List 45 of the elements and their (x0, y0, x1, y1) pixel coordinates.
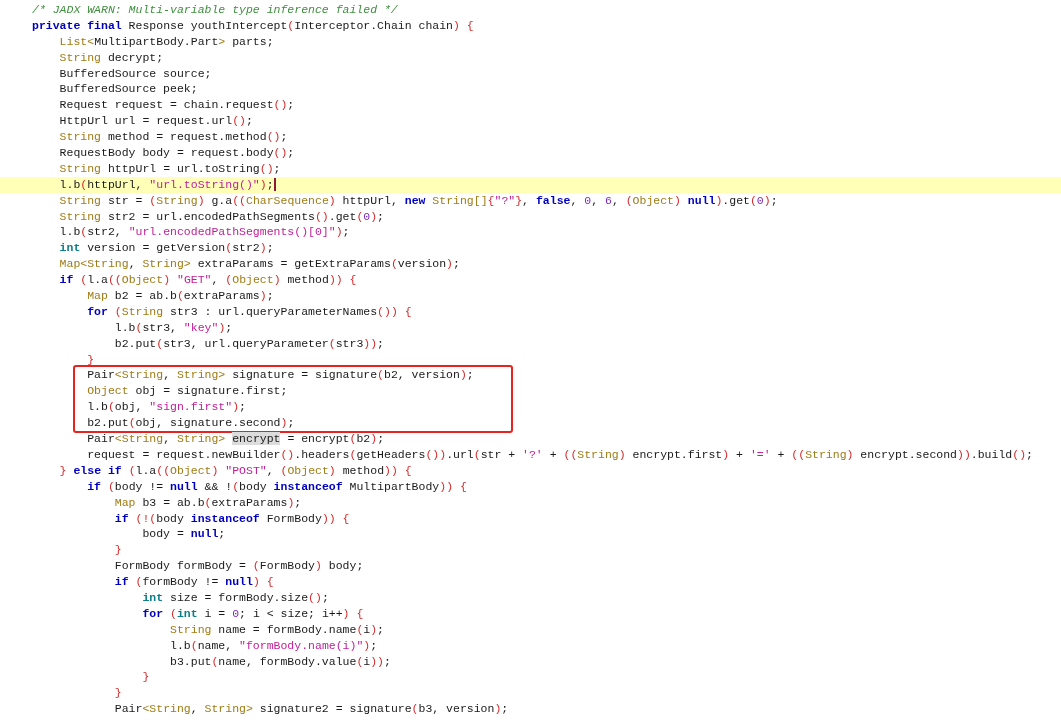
code-line: /* JADX WARN: Multi-variable type inference failed */ (31, 2, 399, 18)
code-line: if (l.a((Object) "GET", (Object) method)) { (58, 272, 358, 289)
code-line: } (141, 669, 151, 686)
code-line: if (!(body instanceof FormBody)) { (113, 510, 351, 527)
code-line: } else if (l.a((Object) "POST", (Object) method)) { (58, 462, 413, 479)
code-line: if (body != null && !(body instanceof MultipartBody)) { (86, 478, 468, 495)
code-line: l.b(str2, "url.encodedPathSegments()[0]"); (58, 224, 351, 241)
code-line: List<MultipartBody.Part> parts; (58, 33, 275, 50)
code-line: BufferedSource peek; (58, 81, 199, 98)
code-line: Map b3 = ab.b(extraParams); (113, 494, 303, 511)
code-line: for (int i = 0; i < size; i++) { (141, 605, 365, 622)
code-line: Map b2 = ab.b(extraParams); (86, 288, 275, 304)
code-line: } (86, 351, 96, 368)
code-line: String str2 = url.encodedPathSegments().get(0); (58, 208, 385, 225)
code-line: BufferedSource source; (58, 65, 213, 82)
code-line: if (formBody != null) { (113, 574, 275, 590)
code-line: } (113, 685, 123, 702)
code-line: Map<String, String> extraParams = getExtraParams(version); (58, 256, 461, 273)
code-line: l.b(obj, "sign.first"); (86, 399, 247, 416)
code-line: Object obj = signature.first; (86, 383, 289, 400)
code-line: for (String str3 : url.queryParameterNames()) { (86, 303, 413, 320)
code-line: RequestBody body = request.body(); (58, 145, 296, 161)
code-line: Pair<String, String> signature = signature(b2, version); (86, 367, 475, 384)
code-line: b2.put(str3, url.queryParameter(str3)); (113, 335, 385, 352)
code-line: Pair<String, String> signature2 = signature(b3, version); (113, 701, 510, 718)
code-line: l.b(str3, "key"); (113, 319, 234, 336)
code-line: body = null; (141, 526, 227, 543)
code-line: int size = formBody.size(); (141, 589, 330, 606)
code-line: int version = getVersion(str2); (58, 240, 275, 257)
text-cursor (273, 178, 276, 192)
code-line: Request request = chain.request(); (58, 97, 296, 114)
code-line: String decrypt; (58, 49, 165, 66)
code-line: String name = formBody.name(i); (169, 621, 385, 638)
code-line: private final Response youthIntercept(Interceptor.Chain chain) { (31, 17, 475, 34)
code-line: HttpUrl url = request.url(); (58, 113, 254, 130)
code-line: String method = request.method(); (58, 129, 289, 145)
code-line: FormBody formBody = (FormBody) body; (113, 558, 365, 575)
code-line: l.b(name, "formBody.name(i)"); (169, 637, 379, 654)
code-line: } (113, 542, 123, 559)
code-line: String str = (String) g.a((CharSequence) httpUrl, new String[]{"?"}, false, 0, 6, (Object) null).get(0); (58, 192, 779, 209)
code-line: b3.put(name, formBody.value(i)); (169, 653, 392, 670)
code-line: b2.put(obj, signature.second); (86, 415, 296, 432)
code-line: Pair<String, String> encrypt = encrypt(b2); (86, 431, 386, 447)
code-line: String httpUrl = url.toString(); (58, 160, 282, 177)
code-line: request = request.newBuilder().headers(getHeaders()).url(str + '?' + ((String) encrypt.first) + '=' + ((String) encrypt.second)).build(); (86, 446, 1034, 463)
